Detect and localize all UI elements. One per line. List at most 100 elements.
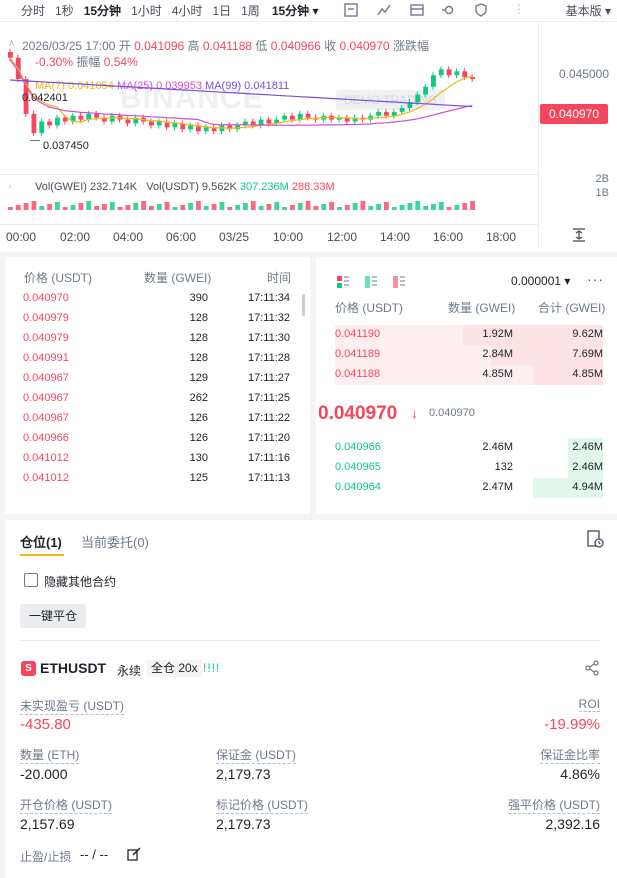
volume-bar: [313, 206, 319, 210]
roi-label: ROI: [578, 697, 600, 712]
trade-qty: 128: [189, 312, 208, 324]
book-price: 0.040966: [335, 441, 381, 453]
book-asks-icon[interactable]: [392, 275, 406, 289]
interval-4h[interactable]: 4小时: [172, 2, 203, 19]
volume-bar: [407, 203, 413, 210]
trade-time: 17:11:30: [247, 332, 290, 344]
order-history-icon[interactable]: [586, 530, 604, 548]
settings-icon[interactable]: [441, 2, 457, 18]
entry-price-label: 开仓价格 (USDT): [20, 798, 112, 814]
volume-bar: [470, 201, 475, 210]
tab-underline: [20, 554, 64, 556]
trade-row: 0.041012 130 17:11:16: [5, 449, 310, 469]
time-tick: 16:00: [433, 230, 464, 244]
volume-bar: [454, 205, 460, 210]
qty-value: -20.000: [20, 766, 68, 782]
volume-bar: [102, 204, 107, 210]
shield-icon[interactable]: [473, 2, 489, 18]
tick-size-dropdown[interactable]: 0.000001 ▾: [511, 274, 570, 288]
unrealized-pnl: -435.80: [20, 716, 71, 733]
trades-scrollbar[interactable]: [302, 294, 305, 316]
volume-bar: [62, 207, 68, 210]
book-bids-icon[interactable]: [364, 275, 378, 289]
bid-row[interactable]: 0.040964 2.47M 4.94M: [316, 478, 617, 498]
share-icon[interactable]: [584, 660, 600, 676]
interval-dropdown-label: 15分钟: [271, 3, 310, 18]
volume-bar: [39, 206, 45, 210]
interval-timeline[interactable]: 分时: [21, 2, 45, 19]
basic-version-label: 基本版: [565, 4, 602, 18]
trade-time: 17:11:22: [247, 412, 290, 424]
interval-1h[interactable]: 1小时: [131, 2, 162, 19]
time-tick: 18:00: [486, 230, 517, 244]
mid-price: 0.040970: [318, 403, 398, 424]
bid-row[interactable]: 0.040965 132 2.46M: [316, 458, 617, 478]
scale-fit-icon[interactable]: [571, 227, 587, 243]
candle-body: [62, 117, 68, 122]
candle-body: [109, 115, 115, 122]
trade-time: 17:11:13: [247, 472, 290, 484]
position-symbol[interactable]: ETHUSDT: [40, 660, 106, 676]
mark-price: 0.040970: [429, 407, 475, 419]
candle-body: [149, 121, 154, 126]
interval-15m[interactable]: 15分钟: [84, 2, 121, 19]
tab-open-orders[interactable]: 当前委托(0): [81, 532, 149, 551]
candle-body: [431, 75, 436, 87]
overflow-icon[interactable]: ⋮: [513, 2, 525, 16]
vol-axis-2b: 2B: [595, 173, 609, 185]
tab-positions[interactable]: 仓位(1): [20, 532, 62, 551]
book-price: 0.040964: [335, 481, 381, 493]
more-icon[interactable]: ···: [587, 271, 604, 287]
time-tick: 10:00: [273, 230, 304, 244]
candle-body: [8, 51, 13, 58]
tpsl-value: -- / --: [80, 847, 109, 862]
book-qty: 4.85M: [482, 368, 513, 380]
volume-bar: [384, 202, 389, 210]
position-perp: 永续: [117, 664, 142, 678]
volume-bar: [78, 203, 84, 210]
vol-usdt-label: Vol(USDT): [146, 181, 199, 193]
indicator-icon[interactable]: [343, 2, 359, 18]
trade-row: 0.040967 126 17:11:22: [5, 409, 310, 429]
expand-icon[interactable]: ›: [8, 181, 11, 192]
interval-1d[interactable]: 1日: [212, 2, 231, 19]
volume-bar: [344, 205, 350, 210]
layout-icon[interactable]: [409, 2, 425, 18]
volume-bar: [305, 201, 311, 210]
ask-row[interactable]: 0.041188 4.85M 4.85M: [316, 365, 617, 385]
book-qty: 2.84M: [482, 348, 513, 360]
bid-row[interactable]: 0.040966 2.46M 2.46M: [316, 438, 617, 458]
edit-icon[interactable]: [127, 847, 141, 861]
volume-bar: [141, 201, 146, 210]
price-axis-label: 0.045000: [558, 67, 609, 81]
trade-row: 0.040967 262 17:11:25: [5, 389, 310, 409]
interval-dropdown[interactable]: 15分钟 ▾: [272, 2, 319, 19]
trade-price: 0.041012: [23, 452, 69, 464]
volume-bar: [149, 206, 154, 210]
ask-row[interactable]: 0.041190 1.92M 9.62M: [316, 325, 617, 345]
interval-1s[interactable]: 1秒: [55, 2, 74, 19]
line-chart-icon[interactable]: [376, 2, 392, 18]
hide-other-checkbox[interactable]: [24, 573, 38, 587]
candle-body: [384, 111, 389, 116]
time-tick: 02:00: [60, 230, 91, 244]
book-sum: 4.85M: [572, 368, 603, 380]
candle-body: [391, 111, 397, 116]
mark-price-label: 标记价格 (USDT): [216, 798, 308, 814]
candle-body: [376, 111, 381, 116]
trade-price: 0.040979: [23, 312, 69, 324]
chevron-down-icon: ▾: [564, 274, 571, 288]
close-all-button[interactable]: 一键平仓: [20, 604, 87, 628]
volume-bar: [125, 205, 131, 210]
interval-1w[interactable]: 1周: [241, 2, 260, 19]
trade-time: 17:11:34: [247, 292, 290, 304]
volume-bar: [399, 205, 405, 210]
ask-row[interactable]: 0.041189 2.84M 7.69M: [316, 345, 617, 365]
book-sum: 9.62M: [572, 328, 603, 340]
volume-bar: [70, 205, 76, 210]
trade-row: 0.041012 125 17:11:13: [5, 469, 310, 489]
book-both-icon[interactable]: [336, 275, 350, 289]
basic-version-dropdown[interactable]: 基本版 ▾: [566, 2, 611, 19]
trade-qty: 125: [189, 472, 208, 484]
volume-bar: [462, 203, 468, 210]
